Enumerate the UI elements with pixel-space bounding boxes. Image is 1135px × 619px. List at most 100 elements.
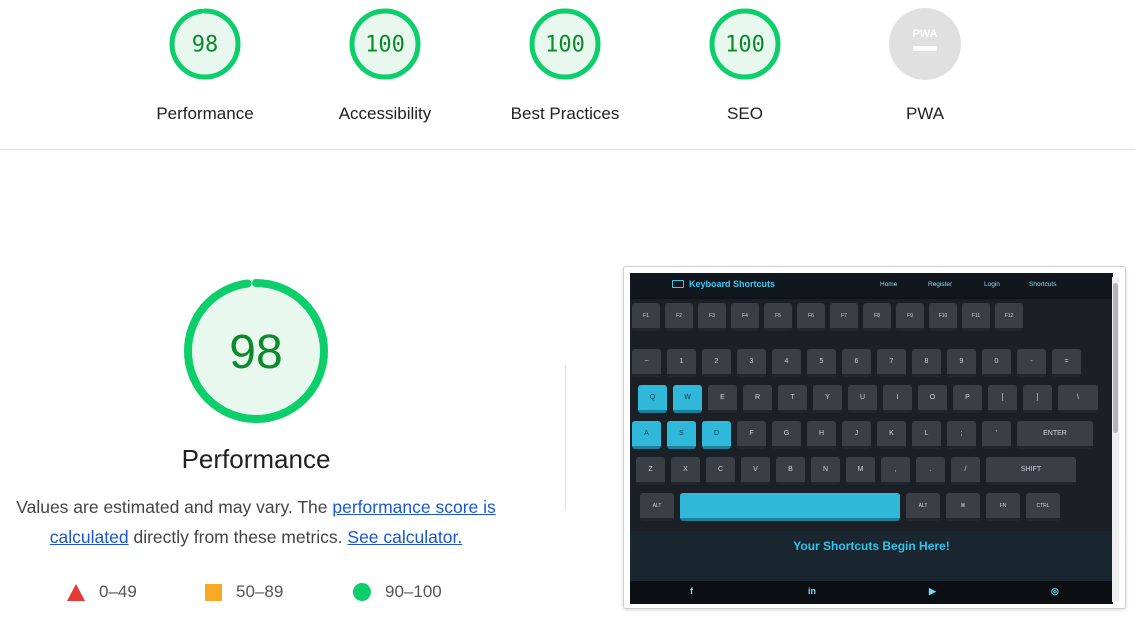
gauge-label: PWA bbox=[905, 104, 945, 123]
gauge-label: Best Practices bbox=[510, 104, 620, 123]
keyboard-key: F7 bbox=[830, 303, 858, 331]
keyboard-key: 2 bbox=[702, 349, 731, 377]
keyboard-key: 9 bbox=[947, 349, 976, 377]
keyboard-key: Z bbox=[636, 457, 665, 485]
keyboard-key: A bbox=[632, 421, 661, 449]
keyboard-key: ; bbox=[947, 421, 976, 449]
keyboard-key: 6 bbox=[842, 349, 871, 377]
gauge-pwa[interactable]: PWA PWA bbox=[845, 6, 1005, 124]
keyboard-key: SHIFT bbox=[986, 457, 1076, 485]
keyboard-key: F9 bbox=[896, 303, 924, 331]
main-gauge-ring: 98 bbox=[184, 279, 328, 423]
orange-square-icon bbox=[205, 583, 222, 601]
legend-range: 50–89 bbox=[236, 582, 284, 601]
keyboard-key: 7 bbox=[877, 349, 906, 377]
keyboard-key: O bbox=[918, 385, 947, 413]
main-gauge: 98 bbox=[0, 276, 512, 426]
site-navbar: Keyboard Shortcuts Home Register Login S… bbox=[630, 273, 1113, 297]
gauge-ring: 98 bbox=[169, 8, 241, 80]
score-description: Values are estimated and may vary. The p… bbox=[0, 492, 512, 552]
keyboard-key: ALT bbox=[640, 493, 674, 521]
scrollbar-thumb[interactable] bbox=[1113, 283, 1118, 433]
vertical-divider bbox=[565, 365, 566, 510]
keyboard-key: V bbox=[741, 457, 770, 485]
gauge-accessibility[interactable]: 100 Accessibility bbox=[305, 6, 465, 124]
keyboard-key: P bbox=[953, 385, 982, 413]
screenshot-scrollbar[interactable] bbox=[1112, 277, 1119, 602]
keyboard-icon bbox=[672, 280, 684, 288]
youtube-icon: ▶ bbox=[929, 586, 936, 596]
keyboard-key: S bbox=[667, 421, 696, 449]
keyboard-key: FN bbox=[986, 493, 1020, 521]
keyboard-key: / bbox=[951, 457, 980, 485]
score-legend: 0–49 50–89 90–100 bbox=[0, 582, 512, 606]
site-nav-link: Login bbox=[984, 281, 1000, 288]
keyboard-key: ⌘ bbox=[946, 493, 980, 521]
keyboard-key: H bbox=[807, 421, 836, 449]
keyboard-key: F6 bbox=[797, 303, 825, 331]
desc-text-1: Values are estimated and may vary. The bbox=[16, 497, 333, 517]
keyboard-key: F8 bbox=[863, 303, 891, 331]
keyboard-key: ALT bbox=[906, 493, 940, 521]
keyboard-key: N bbox=[811, 457, 840, 485]
pwa-badge-icon: PWA bbox=[889, 8, 961, 80]
keyboard-key: F bbox=[737, 421, 766, 449]
keyboard-key: I bbox=[883, 385, 912, 413]
keyboard-key: 8 bbox=[912, 349, 941, 377]
keyboard-key: 1 bbox=[667, 349, 696, 377]
keyboard-key: B bbox=[776, 457, 805, 485]
site-brand: Keyboard Shortcuts bbox=[672, 279, 775, 289]
facebook-icon: f bbox=[690, 586, 693, 596]
keyboard-key: - bbox=[1017, 349, 1046, 377]
gauge-best-practices[interactable]: 100 Best Practices bbox=[485, 6, 645, 124]
instagram-icon: ◎ bbox=[1051, 586, 1059, 596]
keyboard-key: 0 bbox=[982, 349, 1011, 377]
gauge-score: 100 bbox=[725, 33, 765, 58]
keyboard-key: 4 bbox=[772, 349, 801, 377]
hero-heading: Your Shortcuts Begin Here! bbox=[793, 539, 950, 553]
gauge-score: 98 bbox=[192, 33, 219, 58]
site-brand-label: Keyboard Shortcuts bbox=[689, 279, 776, 289]
site-nav-link: Home bbox=[880, 281, 898, 288]
keyboard-key: = bbox=[1052, 349, 1081, 377]
keyboard-key: G bbox=[772, 421, 801, 449]
gauge-score: 98 bbox=[229, 326, 282, 379]
keyboard-key: D bbox=[702, 421, 731, 449]
keyboard-key: F10 bbox=[929, 303, 957, 331]
linkedin-icon: in bbox=[808, 586, 816, 596]
keyboard-key: [ bbox=[988, 385, 1017, 413]
keyboard-key bbox=[680, 493, 900, 521]
keyboard-key: 3 bbox=[737, 349, 766, 377]
keyboard-key: Y bbox=[813, 385, 842, 413]
final-screenshot: Keyboard Shortcuts Home Register Login S… bbox=[630, 273, 1113, 604]
see-calculator-link[interactable]: See calculator. bbox=[347, 527, 462, 547]
gauge-performance[interactable]: 98 Performance bbox=[125, 6, 285, 124]
keyboard-key: F4 bbox=[731, 303, 759, 331]
keyboard-key: L bbox=[912, 421, 941, 449]
site-nav-link: Register bbox=[928, 281, 953, 288]
gauge-seo[interactable]: 100 SEO bbox=[665, 6, 825, 124]
keyboard-key: ' bbox=[982, 421, 1011, 449]
gauge-label: SEO bbox=[727, 104, 763, 123]
keyboard-key: F3 bbox=[698, 303, 726, 331]
keyboard-key: J bbox=[842, 421, 871, 449]
keyboard-key: F2 bbox=[665, 303, 693, 331]
main-gauge-title: Performance bbox=[181, 444, 331, 474]
keyboard-key: F5 bbox=[764, 303, 792, 331]
legend-item-fail: 0–49 bbox=[67, 582, 137, 602]
keyboard-key: R bbox=[743, 385, 772, 413]
keyboard-key: , bbox=[881, 457, 910, 485]
site-nav-link: Shortcuts bbox=[1029, 281, 1057, 288]
gauge-ring: 100 bbox=[709, 8, 781, 80]
keyboard-key: E bbox=[708, 385, 737, 413]
keyboard-key: X bbox=[671, 457, 700, 485]
site-footer: f in ▶ ◎ bbox=[630, 581, 1113, 604]
keyboard-key: U bbox=[848, 385, 877, 413]
desc-text-2: directly from these metrics. bbox=[128, 527, 348, 547]
final-screenshot-frame[interactable]: Keyboard Shortcuts Home Register Login S… bbox=[623, 266, 1126, 609]
keyboard-key: ENTER bbox=[1017, 421, 1093, 449]
keyboard-key: M bbox=[846, 457, 875, 485]
keyboard-key: F1 bbox=[632, 303, 660, 331]
keyboard-key: W bbox=[673, 385, 702, 413]
keyboard-image: F1 F2 F3 F4 F5 F6 F7 F8 F9 F10 F11 F12 ~1 2 3 4 5 6 7 8 9 0- =… bbox=[630, 299, 1113, 531]
